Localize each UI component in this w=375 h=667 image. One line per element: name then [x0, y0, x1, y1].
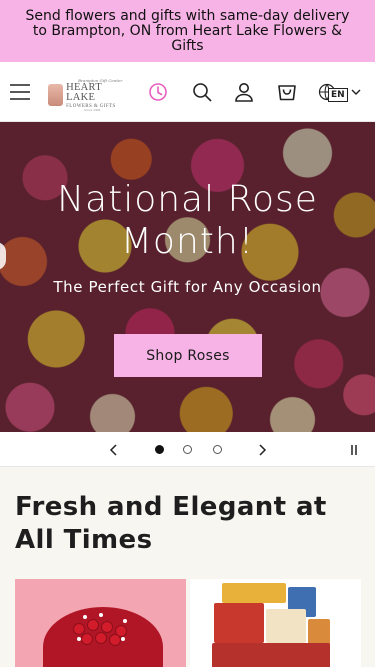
logo-text: Brampton Gift Center HEART LAKE FLOWERS …: [66, 78, 130, 112]
slide-dot-indicator: [154, 445, 164, 454]
slide-dot-indicator: [212, 445, 222, 454]
logo-name: HEART LAKE: [66, 81, 102, 103]
language-code: EN: [328, 88, 348, 102]
slideshow-controls: [0, 432, 375, 467]
hero-banner: National Rose Month! The Perfect Gift fo…: [0, 122, 375, 432]
search-icon[interactable]: [190, 80, 214, 104]
hero-content: National Rose Month! The Perfect Gift fo…: [0, 122, 375, 432]
clock-icon[interactable]: [146, 80, 170, 104]
slide-dot-3[interactable]: [211, 432, 223, 467]
shop-roses-button[interactable]: Shop Roses: [114, 334, 262, 377]
slide-dot-indicator: [182, 445, 192, 454]
rose-bouquet-image: [43, 607, 163, 667]
next-slide-button[interactable]: [252, 432, 272, 467]
menu-icon[interactable]: [8, 80, 32, 104]
product-card-gift-basket[interactable]: [190, 579, 361, 667]
pause-slideshow-button[interactable]: [344, 432, 364, 467]
chevron-right-icon: [259, 443, 267, 456]
announcement-text: Send flowers and gifts with same-day del…: [25, 7, 350, 54]
featured-collection: Fresh and Elegant at All Times: [0, 467, 375, 667]
product-card-roses[interactable]: [15, 579, 186, 667]
chevron-down-icon: [351, 89, 361, 95]
slide-dot-2[interactable]: [181, 432, 193, 467]
hero-subtitle: The Perfect Gift for Any Occasion: [53, 278, 322, 296]
featured-title: Fresh and Elegant at All Times: [15, 492, 327, 555]
previous-slide-button[interactable]: [104, 432, 124, 467]
hero-title: National Rose Month!: [57, 179, 318, 262]
account-icon[interactable]: [232, 80, 256, 104]
site-header: Brampton Gift Center HEART LAKE FLOWERS …: [0, 62, 375, 122]
language-selector[interactable]: EN: [318, 80, 362, 104]
cart-icon[interactable]: [275, 80, 299, 104]
announcement-bar: Send flowers and gifts with same-day del…: [0, 0, 375, 62]
store-logo[interactable]: Brampton Gift Center HEART LAKE FLOWERS …: [48, 78, 130, 112]
pause-icon: [351, 444, 357, 455]
logo-emblem: [48, 84, 64, 106]
chevron-left-icon: [109, 443, 117, 456]
logo-small-print: Since 1981: [84, 107, 101, 112]
slide-dot-1[interactable]: [153, 432, 165, 467]
